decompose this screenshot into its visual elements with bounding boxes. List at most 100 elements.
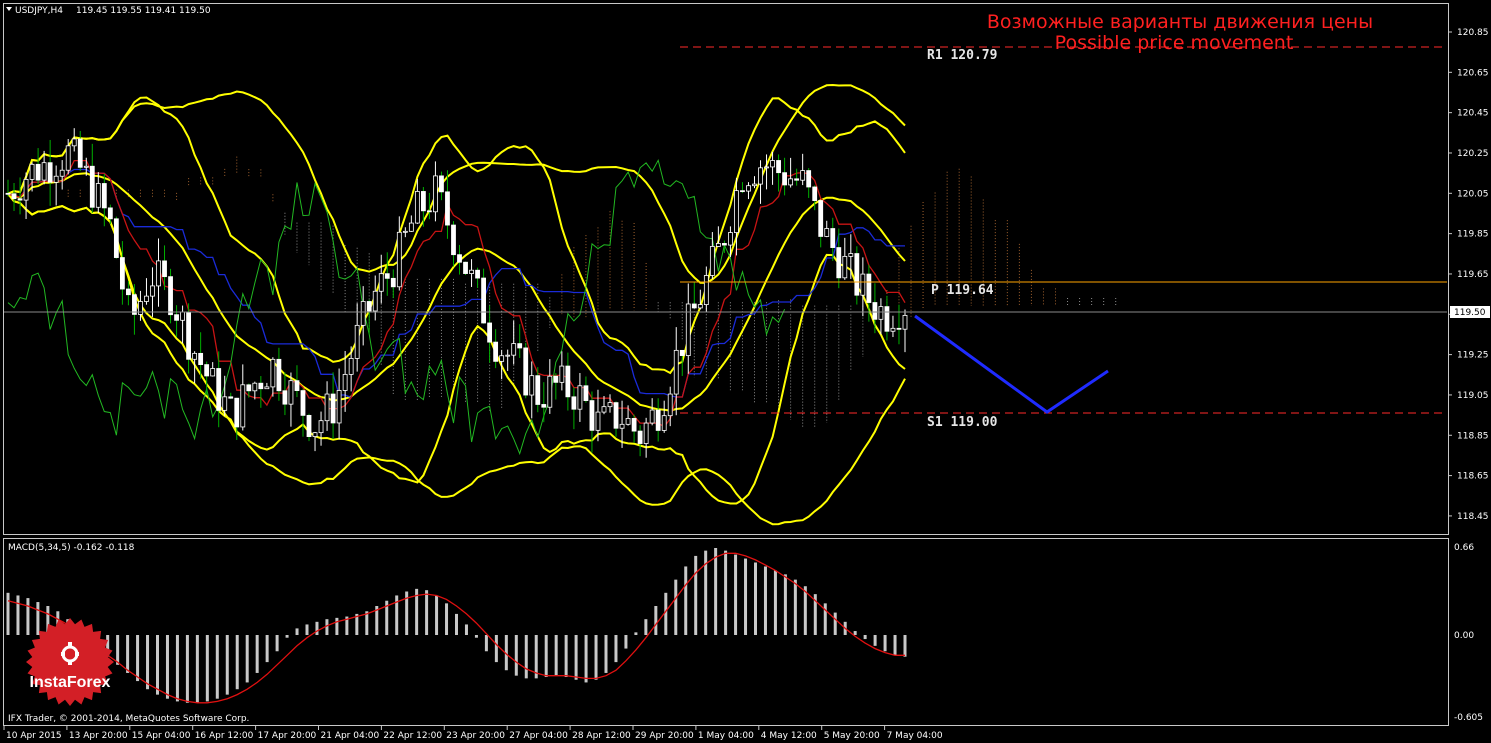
time-tick-label: 7 May 04:00: [887, 731, 943, 741]
macd-histogram-bar: [445, 603, 449, 635]
macd-histogram-bar: [803, 586, 807, 635]
candle-body: [41, 162, 47, 181]
candle-body: [204, 364, 210, 377]
symbol-dropdown-icon[interactable]: [6, 7, 12, 11]
price-tick-label: 119.65: [1457, 270, 1489, 280]
candle-body: [222, 396, 228, 411]
candle-body: [288, 380, 294, 405]
current-price-value: 119.50: [1454, 308, 1486, 318]
candle-body: [354, 324, 360, 359]
candle-body: [348, 358, 354, 375]
candle-body: [752, 183, 757, 187]
macd-histogram-bar: [195, 635, 199, 703]
forecast-path: [914, 314, 1109, 414]
candle-body: [884, 306, 890, 332]
candle-body: [788, 178, 794, 186]
candle-body: [59, 169, 65, 177]
macd-histogram-bar: [285, 635, 289, 638]
macd-histogram-bar: [514, 635, 518, 676]
candle-body: [830, 228, 836, 248]
candle-body: [764, 166, 769, 169]
candle-body: [866, 273, 872, 303]
macd-histogram-bar: [744, 558, 748, 635]
candle-body: [559, 365, 565, 383]
macd-histogram-bar: [873, 635, 877, 646]
candle-body: [246, 384, 252, 392]
macd-histogram-bar: [863, 635, 867, 640]
candle-body: [794, 178, 800, 181]
candle-body: [324, 393, 330, 422]
candle-body: [643, 422, 649, 444]
macd-histogram-bar: [225, 635, 229, 695]
copyright-text: IFX Trader, © 2001-2014, MetaQuotes Soft…: [8, 714, 249, 724]
macd-histogram-bar: [654, 606, 658, 635]
candle-body: [366, 301, 372, 312]
candle-body: [469, 269, 474, 274]
candle-body: [71, 138, 77, 147]
macd-histogram-bar: [275, 635, 279, 652]
candle-body: [812, 186, 818, 201]
candle-body: [294, 380, 300, 391]
candle-body: [487, 322, 493, 343]
candle-body: [619, 423, 625, 429]
price-tick-label: 119.05: [1457, 391, 1489, 401]
candle-body: [782, 172, 787, 186]
macd-histogram-bar: [883, 635, 887, 652]
macd-histogram-bar: [315, 621, 319, 635]
candle-body: [673, 349, 679, 395]
candle-body: [703, 275, 709, 305]
macd-histogram-bar: [136, 635, 140, 682]
macd-histogram-bar: [245, 635, 249, 683]
candle-body: [715, 243, 721, 247]
candle-body: [282, 390, 288, 405]
trading-chart[interactable]: R1 120.79 P 119.64 S1 119.00 Возможные в…: [0, 0, 1491, 743]
candle-body: [23, 178, 29, 201]
macd-histogram-bar: [435, 595, 439, 635]
candle-body: [101, 183, 107, 209]
candle-body: [65, 145, 71, 171]
macd-histogram-bar: [644, 619, 648, 635]
candle-body: [511, 343, 517, 356]
candle-body: [649, 409, 655, 424]
candle-body: [607, 402, 613, 408]
macd-histogram-bar: [544, 635, 548, 678]
candle-body: [583, 385, 589, 402]
candle-body: [709, 246, 715, 276]
candle-body: [697, 304, 703, 309]
candle-body: [547, 375, 553, 408]
candle-body: [168, 276, 173, 316]
candle-body: [372, 290, 378, 312]
candle-body: [463, 261, 468, 274]
time-tick-label: 16 Apr 12:00: [195, 731, 254, 741]
candle-body: [144, 295, 149, 302]
macd-histogram-bar: [584, 635, 588, 683]
symbol-label: USDJPY,H4: [15, 6, 63, 16]
candle-body: [192, 352, 198, 360]
macd-histogram-bar: [604, 635, 608, 673]
time-tick-label: 13 Apr 20:00: [69, 731, 128, 741]
macd-histogram-bar: [614, 635, 618, 663]
macd-histogram-bar: [694, 555, 698, 635]
candle-body: [565, 365, 571, 398]
candle-body: [806, 170, 812, 188]
macd-axis-zero: 0.00: [1454, 631, 1474, 641]
candle-body: [667, 393, 673, 417]
candle-body: [11, 193, 17, 200]
candle-body: [234, 397, 240, 428]
macd-histogram-bar: [175, 635, 179, 702]
price-tick-label: 118.45: [1457, 512, 1489, 522]
macd-histogram-bar: [494, 635, 498, 663]
macd-histogram-bar: [425, 590, 429, 635]
main-pane-frame: [3, 3, 1449, 535]
time-axis: 10 Apr 2015 13 Apr 20:00 15 Apr 04:00 16 Ap…: [3, 726, 943, 741]
candle-body: [258, 382, 264, 390]
candle-body: [427, 210, 432, 213]
price-tick-label: 118.85: [1457, 431, 1489, 441]
candle-body: [746, 185, 751, 192]
macd-histogram-bar: [165, 635, 169, 699]
candle-body: [156, 260, 161, 287]
candle-body: [848, 253, 854, 257]
title-russian: Возможные варианты движения цены: [987, 11, 1373, 33]
time-tick-label: 21 Apr 04:00: [321, 731, 380, 741]
bollinger-band-line: [7, 172, 906, 412]
